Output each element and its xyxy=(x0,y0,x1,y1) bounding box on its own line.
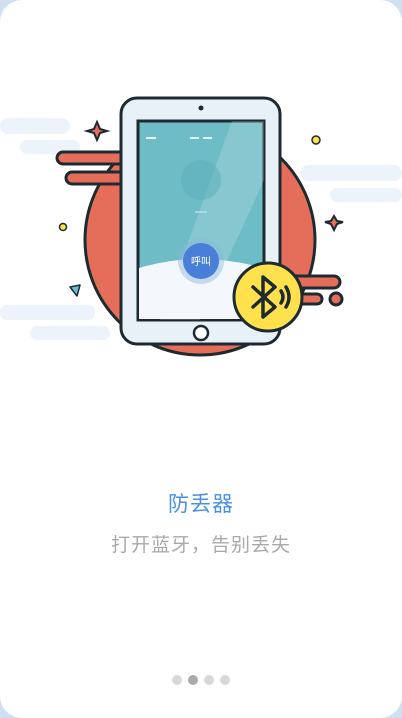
page-subtitle: 打开蓝牙，告别丢失 xyxy=(110,534,291,556)
dot-decoration xyxy=(311,135,321,145)
onboarding-screen: 呼叫 防丢器 打开蓝牙，告别丢失 xyxy=(0,0,402,718)
sparkle-icon xyxy=(324,214,344,233)
page-title: 防丢器 xyxy=(168,492,234,516)
phone-illustration: 呼叫 xyxy=(0,96,402,357)
call-button-label: 呼叫 xyxy=(191,256,211,268)
page-indicator-dot-1[interactable] xyxy=(172,675,182,685)
sparkle-icon xyxy=(83,119,111,143)
triangle-icon xyxy=(69,284,81,297)
page-indicator-dot-4[interactable] xyxy=(220,675,230,685)
page-indicator-dot-2[interactable] xyxy=(188,675,198,685)
page-indicator-dot-3[interactable] xyxy=(204,675,214,685)
bluetooth-badge xyxy=(232,261,304,333)
dot-decoration xyxy=(58,222,68,232)
call-button[interactable]: 呼叫 xyxy=(178,238,224,284)
page-indicator xyxy=(0,675,402,685)
